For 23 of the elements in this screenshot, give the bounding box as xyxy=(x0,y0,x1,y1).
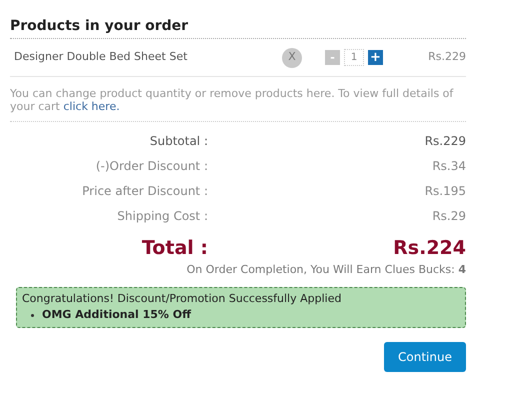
total-value: Rs.224 xyxy=(393,236,466,260)
product-price: Rs.229 xyxy=(428,49,466,66)
summary-label: Subtotal : xyxy=(148,132,208,150)
summary-label: Shipping Cost : xyxy=(116,208,208,224)
promo-message: Congratulations! Discount/Promotion Successfully Applied xyxy=(22,290,342,306)
summary-value: Rs.229 xyxy=(424,132,466,150)
click-here-link[interactable]: click here. xyxy=(63,100,120,113)
quantity-field[interactable]: 1 xyxy=(344,49,364,66)
summary-label: Price after Discount : xyxy=(81,182,208,200)
summary-value: Rs.29 xyxy=(432,208,466,224)
summary-value: Rs.34 xyxy=(432,158,466,174)
product-name: Designer Double Bed Sheet Set xyxy=(13,49,188,66)
cart-note: You can change product quantity or remove products here. To view full details of your cart click here. xyxy=(10,87,466,122)
section-heading: Products in your order xyxy=(10,16,466,39)
promo-item: OMG Additional 15% Off xyxy=(42,307,192,323)
remove-button[interactable]: X xyxy=(282,48,302,68)
summary-label: (-)Order Discount : xyxy=(94,158,208,174)
increase-button[interactable]: + xyxy=(368,50,383,65)
total-label: Total : xyxy=(140,236,208,260)
summary-value: Rs.195 xyxy=(424,182,466,200)
continue-button[interactable]: Continue xyxy=(384,342,466,372)
bullet-icon xyxy=(31,314,34,317)
clues-bucks-note: On Order Completion, You Will Earn Clues Bucks: 4 xyxy=(186,262,466,278)
